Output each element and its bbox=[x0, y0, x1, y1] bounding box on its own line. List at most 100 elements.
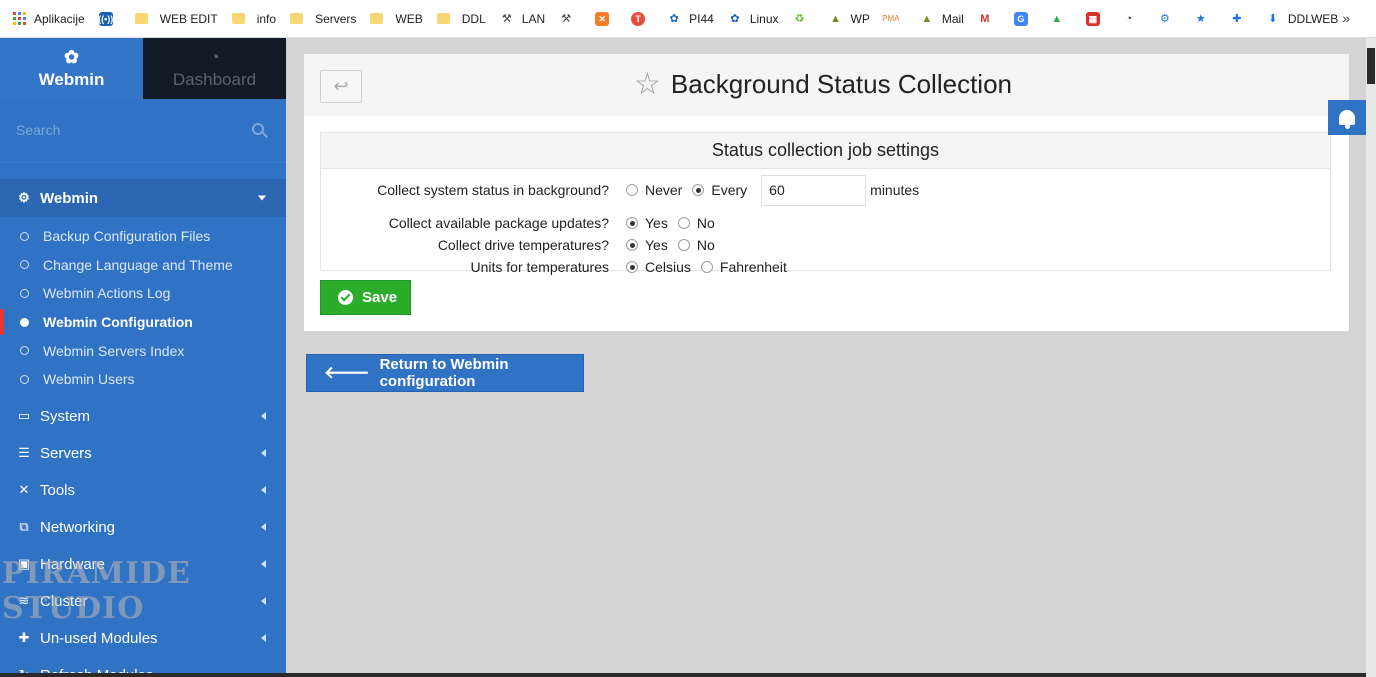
sidebar-category-networking[interactable]: ⧉ Networking bbox=[0, 509, 286, 546]
return-to-webmin-configuration-button[interactable]: 🡐 Return to Webmin configuration bbox=[306, 354, 584, 392]
caret-left-icon bbox=[261, 449, 266, 458]
sidebar-item-backup-configuration-files[interactable]: Backup Configuration Files bbox=[0, 222, 286, 251]
scrollbar-thumb[interactable] bbox=[1367, 48, 1375, 84]
translate-icon: G bbox=[1013, 11, 1028, 26]
bookmark-star[interactable]: ★ bbox=[1194, 12, 1216, 26]
interval-minutes-input[interactable] bbox=[761, 174, 867, 206]
sidebar-category-webmin[interactable]: ⚙ Webmin bbox=[0, 179, 286, 217]
category-label: Networking bbox=[40, 518, 116, 536]
bookmark-gmail[interactable]: M bbox=[978, 12, 1000, 26]
tab-webmin[interactable]: ✿ Webmin bbox=[0, 38, 143, 99]
circle-icon bbox=[20, 317, 29, 327]
caret-left-icon bbox=[261, 597, 266, 606]
bookmark-apps[interactable]: Aplikacije bbox=[12, 12, 85, 26]
radio-every[interactable]: Every bbox=[692, 182, 747, 198]
sidebar-category-cluster[interactable]: ≋ Cluster bbox=[0, 583, 286, 620]
radio-no[interactable]: No bbox=[677, 237, 715, 253]
bookmark-pi44[interactable]: ✿ PI44 bbox=[667, 12, 714, 26]
radio-label: No bbox=[696, 237, 715, 253]
radio-circle-icon bbox=[677, 217, 690, 229]
gear-icon: ⚙ bbox=[1159, 12, 1170, 25]
search-input[interactable] bbox=[16, 119, 246, 141]
bookmark-drive[interactable]: ▲ bbox=[1050, 12, 1072, 26]
bookmark-servers[interactable]: Servers bbox=[290, 12, 356, 26]
bookmark-info[interactable]: info bbox=[231, 11, 277, 26]
bookmark-mail[interactable]: ▲ Mail bbox=[920, 12, 963, 26]
star-icon: ★ bbox=[1195, 12, 1206, 25]
sidebar-item-webmin-users[interactable]: Webmin Users bbox=[0, 365, 286, 394]
bookmark-gear[interactable]: ⚙ bbox=[1158, 12, 1180, 26]
sidebar-category-servers[interactable]: ☰ Servers bbox=[0, 435, 286, 472]
webmin-icon: ✿ bbox=[669, 12, 679, 25]
arrow-left-icon: 🡐 bbox=[324, 363, 370, 382]
bookmarks-overflow-button[interactable]: » bbox=[1342, 10, 1350, 26]
sidebar-item-webmin-actions-log[interactable]: Webmin Actions Log bbox=[0, 279, 286, 308]
bookmark-calendar[interactable]: ▦ bbox=[1085, 11, 1108, 26]
bookmark-speedometer[interactable]: ◔ bbox=[1122, 12, 1144, 26]
sidebar-category-system[interactable]: ▭ System bbox=[0, 398, 286, 435]
radio-celsius[interactable]: Celsius bbox=[626, 259, 691, 275]
bookmark-pma[interactable]: PMA bbox=[882, 12, 906, 26]
setting-label: Collect drive temperatures? bbox=[437, 237, 609, 253]
bookmark-puzzle[interactable]: ✚ bbox=[1230, 12, 1252, 26]
sidebar-item-webmin-configuration[interactable]: Webmin Configuration bbox=[0, 308, 286, 337]
back-button[interactable]: ↩ bbox=[320, 70, 362, 103]
bookmark-translate[interactable]: G bbox=[1013, 11, 1036, 26]
setting-row-temperature-units: Units for temperatures Celsius Fahrenhei… bbox=[321, 256, 1332, 278]
caret-left-icon bbox=[261, 560, 266, 569]
bookmark-ddlweb[interactable]: ⬇ DDLWEB bbox=[1266, 12, 1338, 26]
bookmark-lan2[interactable]: ⚒ bbox=[559, 12, 581, 26]
settings-table: Status collection job settings Collect s… bbox=[320, 132, 1332, 275]
radio-no[interactable]: No bbox=[677, 215, 715, 231]
bookmark-label: info bbox=[256, 11, 277, 26]
bookmark-turris[interactable]: T bbox=[631, 11, 653, 26]
cluster-icon: ≋ bbox=[18, 593, 30, 609]
bookmark-recycle[interactable]: ♻ bbox=[793, 12, 815, 26]
bookmark-web[interactable]: WEB bbox=[370, 12, 423, 26]
save-button[interactable]: Save bbox=[320, 280, 411, 315]
lan-icon: ⚒ bbox=[501, 12, 512, 25]
search-icon[interactable] bbox=[252, 123, 264, 135]
star-icon[interactable]: ☆ bbox=[634, 69, 661, 100]
setting-label: Collect available package updates? bbox=[388, 215, 609, 231]
bookmark-lan[interactable]: ⚒ LAN bbox=[500, 12, 545, 26]
sidebar-category-tools[interactable]: ✕ Tools bbox=[0, 472, 286, 509]
scrollbar[interactable] bbox=[1366, 38, 1376, 677]
sidebar-item-webmin-servers-index[interactable]: Webmin Servers Index bbox=[0, 336, 286, 365]
radio-label: No bbox=[696, 215, 715, 231]
tab-dashboard[interactable]: ◔ Dashboard bbox=[143, 38, 286, 99]
recycle-icon: ♻ bbox=[794, 12, 805, 25]
sidebar-category-hardware[interactable]: ▣ Hardware bbox=[0, 546, 286, 583]
sidebar-category-unused-modules[interactable]: ✚ Un-used Modules bbox=[0, 620, 286, 657]
notifications-button[interactable] bbox=[1328, 100, 1366, 135]
server-icon: ☰ bbox=[18, 445, 30, 461]
caret-left-icon bbox=[261, 412, 266, 421]
bookmark-ddl[interactable]: DDL bbox=[436, 12, 486, 26]
radio-circle-icon bbox=[626, 184, 638, 196]
hardware-icon: ▣ bbox=[17, 556, 31, 572]
page-title-text: Background Status Collection bbox=[670, 69, 1012, 99]
caret-down-icon bbox=[258, 195, 266, 201]
radio-fahrenheit[interactable]: Fahrenheit bbox=[700, 259, 787, 275]
bookmark-linux[interactable]: ✿ Linux bbox=[728, 12, 778, 26]
radio-circle-icon bbox=[677, 239, 690, 251]
tab-label: Webmin bbox=[38, 69, 105, 89]
bookmark-radio[interactable]: ((•)) bbox=[98, 11, 121, 26]
webmin-logo-icon: ✿ bbox=[63, 46, 80, 67]
radio-label: Yes bbox=[645, 215, 668, 231]
settings-panel: ↩ ☆ Background Status Collection Status … bbox=[304, 54, 1349, 331]
xampp-icon: ✕ bbox=[595, 11, 610, 26]
setting-row-drive-temperatures: Collect drive temperatures? Yes No bbox=[321, 234, 1332, 256]
radio-yes[interactable]: Yes bbox=[626, 215, 668, 231]
bookmark-web-edit[interactable]: WEB EDIT bbox=[134, 12, 218, 26]
folder-icon bbox=[370, 13, 384, 24]
category-label: Tools bbox=[40, 481, 76, 499]
category-label: Cluster bbox=[40, 592, 88, 610]
radio-never[interactable]: Never bbox=[626, 182, 682, 198]
folder-icon bbox=[231, 13, 245, 24]
bookmark-wp[interactable]: ▲ WP bbox=[829, 12, 870, 26]
sidebar-item-change-language-and-theme[interactable]: Change Language and Theme bbox=[0, 251, 286, 280]
bookmark-xampp[interactable]: ✕ bbox=[595, 11, 617, 26]
bell-icon bbox=[1339, 110, 1355, 129]
radio-yes[interactable]: Yes bbox=[626, 237, 668, 253]
